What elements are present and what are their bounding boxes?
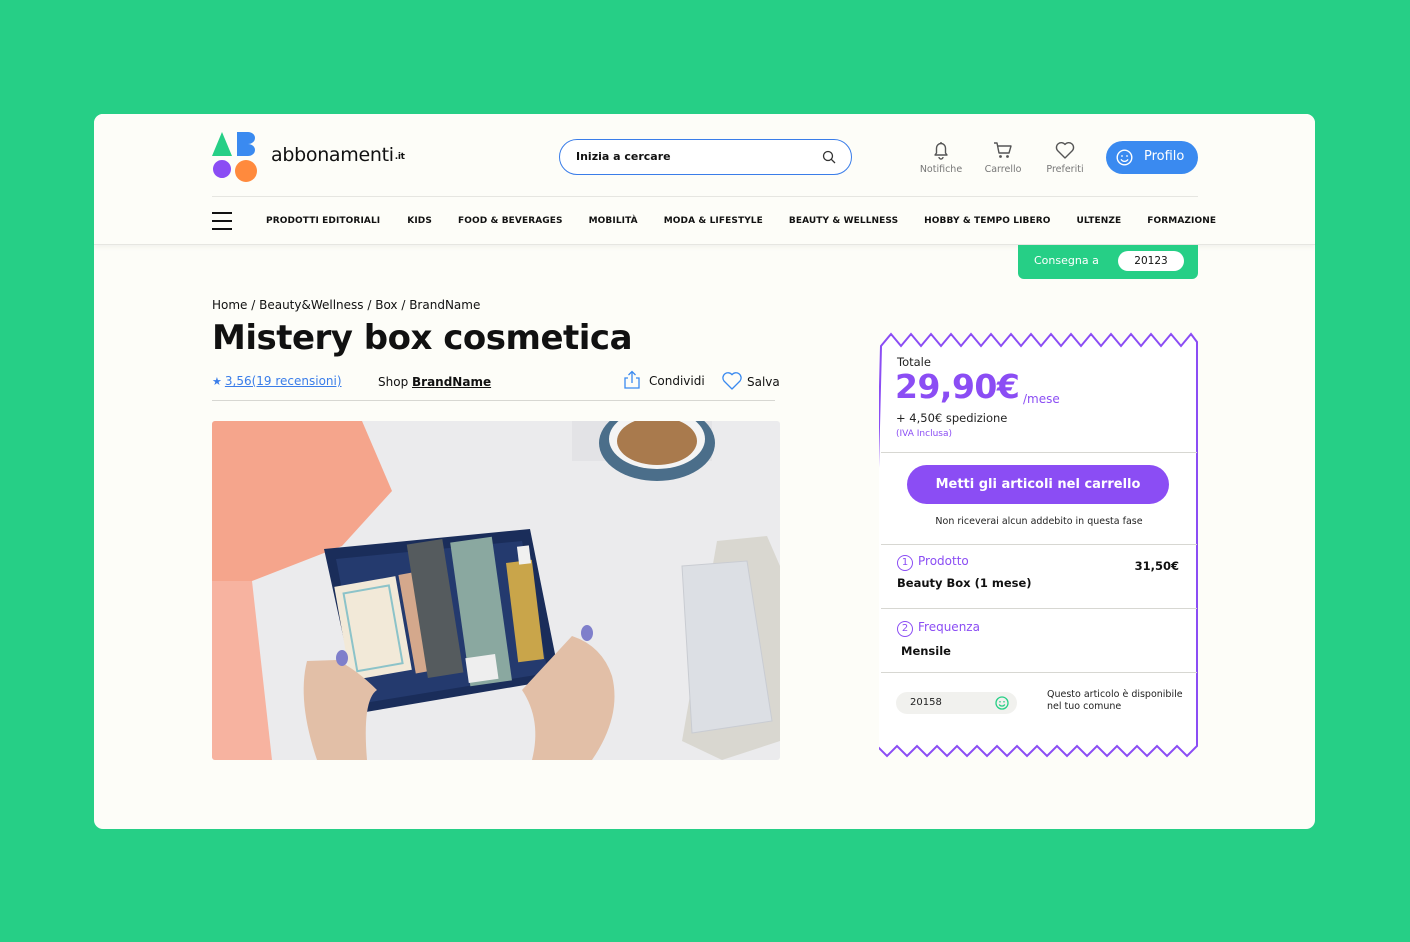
profile-button[interactable]: Profilo bbox=[1106, 141, 1198, 174]
brand-name[interactable]: abbonamenti.it bbox=[271, 144, 405, 166]
smiley-icon bbox=[1116, 149, 1133, 166]
nav-item-formazione[interactable]: FORMAZIONE bbox=[1147, 216, 1216, 226]
nav-item-mobilita[interactable]: MOBILITÀ bbox=[589, 216, 638, 226]
search-icon[interactable] bbox=[822, 150, 836, 164]
site-header: abbonamenti.it Inizia a cercare Notifich… bbox=[94, 114, 1315, 245]
star-icon: ★ bbox=[212, 375, 222, 388]
add-to-cart-button[interactable]: Metti gli articoli nel carrello bbox=[907, 465, 1169, 504]
favorites-label: Preferiti bbox=[1046, 164, 1084, 175]
summary-divider bbox=[881, 544, 1197, 545]
header-divider bbox=[212, 196, 1198, 197]
summary-divider bbox=[881, 452, 1197, 453]
cart-icon bbox=[994, 142, 1012, 158]
notifications-label: Notifiche bbox=[919, 164, 963, 175]
nav-item-food-beverages[interactable]: FOOD & BEVERAGES bbox=[458, 216, 563, 226]
search-input[interactable]: Inizia a cercare bbox=[559, 139, 852, 175]
step-frequency[interactable]: 2 Frequenza bbox=[897, 620, 980, 637]
delivery-tab[interactable]: Consegna a 20123 bbox=[1018, 245, 1198, 279]
nav-item-prodotti-editoriali[interactable]: PRODOTTI EDITORIALI bbox=[266, 216, 380, 226]
frequency-value[interactable]: Mensile bbox=[901, 644, 951, 658]
shop-link[interactable]: Shop BrandName bbox=[378, 375, 491, 389]
product-meta: ★ 3,56(19 recensioni) Shop BrandName Cond… bbox=[212, 370, 780, 401]
zip-input[interactable]: 20158 bbox=[896, 692, 1017, 714]
favorites-button[interactable]: Preferiti bbox=[1035, 140, 1095, 184]
smiley-check-icon bbox=[995, 696, 1009, 710]
nav-item-ultenze[interactable]: ULTENZE bbox=[1077, 216, 1122, 226]
menu-icon[interactable] bbox=[212, 212, 232, 230]
cart-label: Carrello bbox=[984, 164, 1022, 175]
order-summary: Totale 29,90€ /mese + 4,50€ spedizione (… bbox=[879, 328, 1199, 762]
nav-item-hobby-tempo-libero[interactable]: HOBBY & TEMPO LIBERO bbox=[924, 216, 1050, 226]
notifications-button[interactable]: Notifiche bbox=[911, 140, 971, 184]
price-period: /mese bbox=[1023, 392, 1060, 406]
summary-divider bbox=[881, 608, 1197, 609]
share-icon bbox=[624, 370, 640, 389]
nav-item-moda-lifestyle[interactable]: MODA & LIFESTYLE bbox=[664, 216, 763, 226]
page-title: Mistery box cosmetica bbox=[212, 318, 633, 358]
rating-link[interactable]: ★ 3,56(19 recensioni) bbox=[212, 374, 342, 388]
brand-logo[interactable] bbox=[212, 130, 258, 184]
availability-note: Questo articolo è disponibile nel tuo co… bbox=[1047, 689, 1183, 712]
cta-note: Non riceverai alcun addebito in questa f… bbox=[935, 516, 1143, 527]
search-placeholder: Inizia a cercare bbox=[576, 150, 671, 163]
page-card: abbonamenti.it Inizia a cercare Notifich… bbox=[94, 114, 1315, 829]
cart-button[interactable]: Carrello bbox=[973, 140, 1033, 184]
vat-note: (IVA Inclusa) bbox=[896, 429, 952, 439]
nav-item-kids[interactable]: KIDS bbox=[407, 216, 432, 226]
delivery-label: Consegna a bbox=[1034, 254, 1099, 267]
total-price: 29,90€ bbox=[895, 367, 1020, 406]
product-image[interactable] bbox=[212, 421, 780, 760]
profile-label: Profilo bbox=[1144, 149, 1185, 164]
product-value: Beauty Box (1 mese) bbox=[897, 576, 1032, 590]
delivery-zip[interactable]: 20123 bbox=[1118, 251, 1184, 271]
category-nav: PRODOTTI EDITORIALI KIDS FOOD & BEVERAGE… bbox=[266, 216, 1216, 226]
heart-outline-icon bbox=[722, 372, 742, 390]
bell-icon bbox=[934, 142, 948, 160]
step-product: 1 Prodotto bbox=[897, 554, 969, 571]
heart-icon bbox=[1055, 142, 1075, 159]
nav-item-beauty-wellness[interactable]: BEAUTY & WELLNESS bbox=[789, 216, 898, 226]
summary-divider bbox=[881, 672, 1197, 673]
product-amount: 31,50€ bbox=[1134, 559, 1179, 573]
breadcrumb[interactable]: Home / Beauty&Wellness / Box / BrandName bbox=[212, 298, 480, 312]
shipping-cost: + 4,50€ spedizione bbox=[896, 411, 1008, 425]
